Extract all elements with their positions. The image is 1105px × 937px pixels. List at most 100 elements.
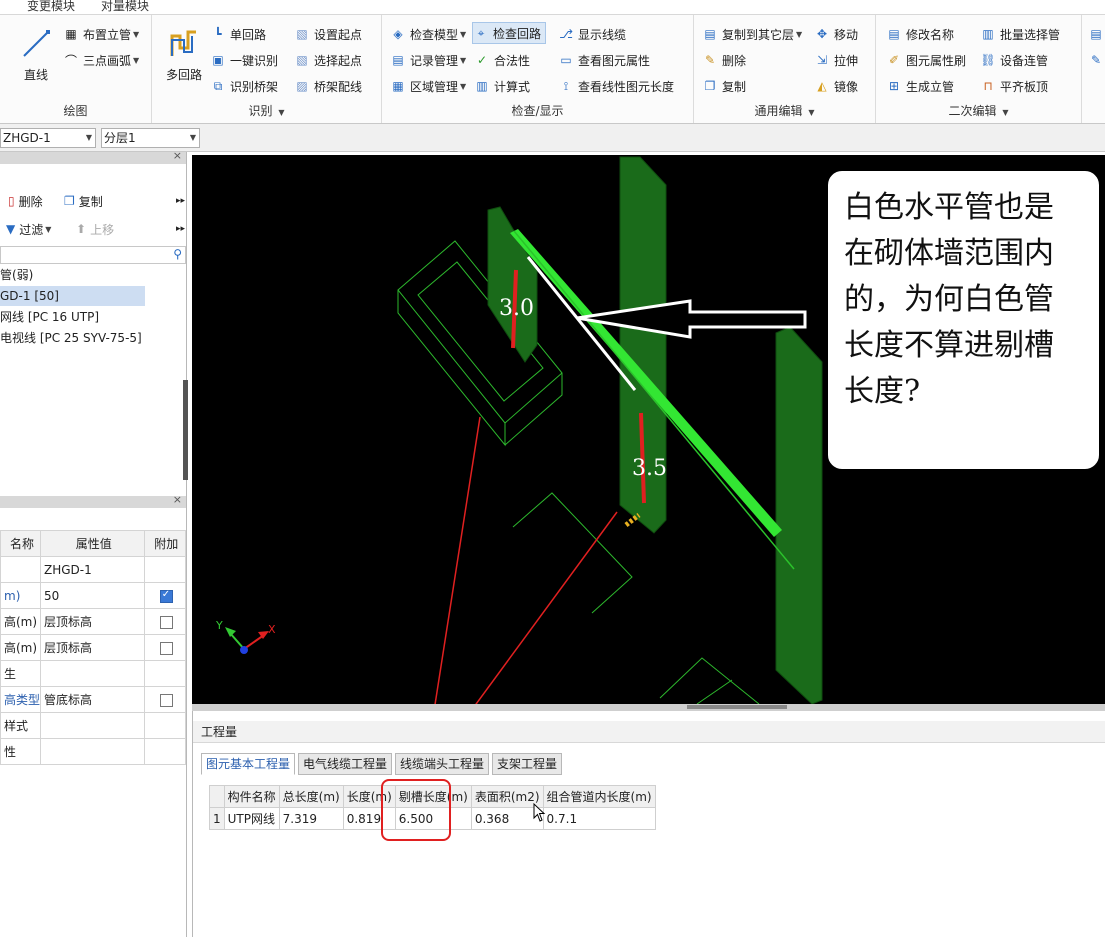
multi-circuit-label: 多回路 xyxy=(165,68,202,82)
line-button[interactable]: 直线 xyxy=(14,21,58,83)
tree-item-network-cable[interactable]: 网线 [PC 16 UTP] xyxy=(0,307,99,327)
riser-button[interactable]: ▦ 布置立管 ▼ xyxy=(63,23,139,45)
tree-item-tv-cable[interactable]: 电视线 [PC 25 SYV-75-5] xyxy=(0,328,142,348)
property-extra-checkbox[interactable] xyxy=(159,693,173,707)
drawing-viewport[interactable]: 3.0 3.5 Y X 白色水平管也是在砌体墙范围内的，为何白色管长度不算进剔槽… xyxy=(192,155,1105,704)
green-outline-c xyxy=(696,679,733,704)
tab-cable-end-quantities[interactable]: 线缆端头工程量 xyxy=(395,753,490,775)
three-point-arc-button[interactable]: ⌒ 三点画弧 ▼ xyxy=(63,49,139,71)
view-linear-length-label: 查看线性图元长度 xyxy=(578,79,675,94)
rename-button[interactable]: ▤ 修改名称 xyxy=(886,23,954,45)
property-row[interactable]: 高(m) 层顶标高 xyxy=(0,634,187,661)
property-value[interactable] xyxy=(40,660,145,687)
set-start-button[interactable]: ▧ 设置起点 xyxy=(294,23,362,45)
validity-button[interactable]: ✓ 合法性 xyxy=(474,49,530,71)
mirror-button[interactable]: ◭ 镜像 xyxy=(814,75,858,97)
chevron-down-icon[interactable]: ▼ xyxy=(1002,108,1008,117)
property-row[interactable]: 生 xyxy=(0,660,187,687)
close-icon[interactable]: × xyxy=(173,493,182,506)
device-connect-pipe-button[interactable]: ⛓ 设备连管 xyxy=(980,49,1048,71)
tree-item-gd1[interactable]: GD-1 [50] xyxy=(0,286,145,306)
panel-resize-handle[interactable] xyxy=(183,380,188,480)
generate-riser-button[interactable]: ⊞ 生成立管 xyxy=(886,75,954,97)
component-select-value: ZHGD-1 xyxy=(3,131,51,145)
menu-bar: 变更模块 对量模块 xyxy=(0,0,1105,14)
property-row[interactable]: m) 50 xyxy=(0,582,187,609)
axis-y-label: Y xyxy=(215,619,223,632)
copy-to-layer-button[interactable]: ▤ 复制到其它层 ▼ xyxy=(702,23,802,45)
property-value[interactable]: 管底标高 xyxy=(40,686,145,713)
property-value[interactable]: 层顶标高 xyxy=(40,608,145,635)
expand-toolbar-icon-2[interactable]: ▸▸ xyxy=(176,218,185,240)
component-select[interactable]: ZHGD-1 ▼ xyxy=(0,128,96,148)
property-extra-checkbox[interactable] xyxy=(159,641,173,655)
dimension-label-b: 3.5 xyxy=(632,456,667,481)
overflow-button-2[interactable]: ✎ xyxy=(1088,49,1105,71)
check-model-button[interactable]: ◈ 检查模型 ▼ xyxy=(390,23,466,45)
overflow-button[interactable]: ▤ xyxy=(1088,23,1105,45)
record-manage-button[interactable]: ▤ 记录管理 ▼ xyxy=(390,49,466,71)
batch-select-pipe-button[interactable]: ▥ 批量选择管 xyxy=(980,23,1060,45)
chevron-down-icon[interactable]: ▼ xyxy=(808,108,814,117)
property-brush-button[interactable]: ✐ 图元属性刷 xyxy=(886,49,966,71)
layer-select[interactable]: 分层1 ▼ xyxy=(101,128,200,148)
multi-circuit-button[interactable]: 多回路 xyxy=(162,21,206,83)
chevron-down-icon[interactable]: ▼ xyxy=(278,108,284,117)
search-icon[interactable]: ⚲ xyxy=(173,247,182,261)
formula-button[interactable]: ▥ 计算式 xyxy=(474,75,530,97)
align-slab-top-button[interactable]: ⊓ 平齐板顶 xyxy=(980,75,1048,97)
tab-basic-quantities[interactable]: 图元基本工程量 xyxy=(201,753,296,775)
tab-bracket-quantities[interactable]: 支架工程量 xyxy=(492,753,563,775)
view-properties-button[interactable]: ▭ 查看图元属性 xyxy=(558,49,650,71)
property-row[interactable]: 样式 xyxy=(0,712,187,739)
component-search-input[interactable]: ⚲ xyxy=(0,246,186,264)
region-manage-button[interactable]: ▦ 区域管理 ▼ xyxy=(390,75,466,97)
tree-item-weak-pipe[interactable]: 管(弱) xyxy=(0,265,33,285)
property-extra-checkbox[interactable] xyxy=(159,615,173,629)
filter-button[interactable]: ▼ 过滤 ▼ xyxy=(6,218,51,240)
single-circuit-button[interactable]: ┗ 单回路 xyxy=(210,23,266,45)
splitter-grip[interactable] xyxy=(687,705,787,709)
property-value[interactable]: 层顶标高 xyxy=(40,634,145,661)
view-linear-length-button[interactable]: ⟟ 查看线性图元长度 xyxy=(558,75,674,97)
move-up-button[interactable]: ⬆ 上移 xyxy=(76,218,114,240)
delete-component-button[interactable]: ▯ 删除 xyxy=(8,190,43,212)
cell-total-length: 7.319 xyxy=(278,807,344,830)
stretch-button[interactable]: ⇲ 拉伸 xyxy=(814,49,858,71)
property-row[interactable]: 性 xyxy=(0,738,187,765)
copy-component-button[interactable]: ❐ 复制 xyxy=(64,190,103,212)
view-properties-label: 查看图元属性 xyxy=(578,53,651,68)
copy-button[interactable]: ❐ 复制 xyxy=(702,75,746,97)
align-slab-top-label: 平齐板顶 xyxy=(1000,79,1049,94)
property-row[interactable]: 高(m) 层顶标高 xyxy=(0,608,187,635)
menu-quantity-module[interactable]: 对量模块 xyxy=(101,0,149,14)
property-row[interactable]: ZHGD-1 xyxy=(0,556,187,583)
auto-recognize-button[interactable]: ▣ 一键识别 xyxy=(210,49,278,71)
select-start-button[interactable]: ▧ 选择起点 xyxy=(294,49,362,71)
axis-gizmo: Y X xyxy=(215,619,276,654)
show-cable-button[interactable]: ⎇ 显示线缆 xyxy=(558,23,626,45)
property-value[interactable]: ZHGD-1 xyxy=(40,556,145,583)
panel-splitter[interactable] xyxy=(192,704,1105,711)
ribbon-group-secondary-edit: ▤ 修改名称 ▥ 批量选择管 ✐ 图元属性刷 ⛓ 设备连管 ⊞ 生成立管 ⊓ 平齐板顶 二次… xyxy=(876,15,1082,123)
groove-length-highlight xyxy=(381,779,451,841)
tray-wiring-button[interactable]: ▨ 桥架配线 xyxy=(294,75,362,97)
close-icon[interactable]: × xyxy=(173,149,182,162)
check-circuit-button[interactable]: ⌖ 检查回路 xyxy=(472,22,547,44)
quantities-tabs: 图元基本工程量 电气线缆工程量 线缆端头工程量 支架工程量 xyxy=(201,753,565,775)
move-button[interactable]: ✥ 移动 xyxy=(814,23,858,45)
overflow-icon: ▤ xyxy=(1090,27,1102,41)
property-row[interactable]: 高类型 管底标高 xyxy=(0,686,187,713)
property-extra-checkbox[interactable] xyxy=(159,589,173,603)
stretch-icon: ⇲ xyxy=(816,53,828,67)
property-value[interactable]: 50 xyxy=(40,582,145,609)
property-extra xyxy=(143,660,187,687)
record-manage-label: 记录管理 xyxy=(410,53,459,68)
delete-button[interactable]: ✎ 删除 xyxy=(702,49,746,71)
expand-toolbar-icon[interactable]: ▸▸ xyxy=(176,190,185,212)
recognize-tray-button[interactable]: ⧉ 识别桥架 xyxy=(210,75,278,97)
tab-cable-quantities[interactable]: 电气线缆工程量 xyxy=(298,753,393,775)
menu-change-module[interactable]: 变更模块 xyxy=(27,0,75,14)
property-value[interactable] xyxy=(40,712,145,739)
property-value[interactable] xyxy=(40,738,145,765)
